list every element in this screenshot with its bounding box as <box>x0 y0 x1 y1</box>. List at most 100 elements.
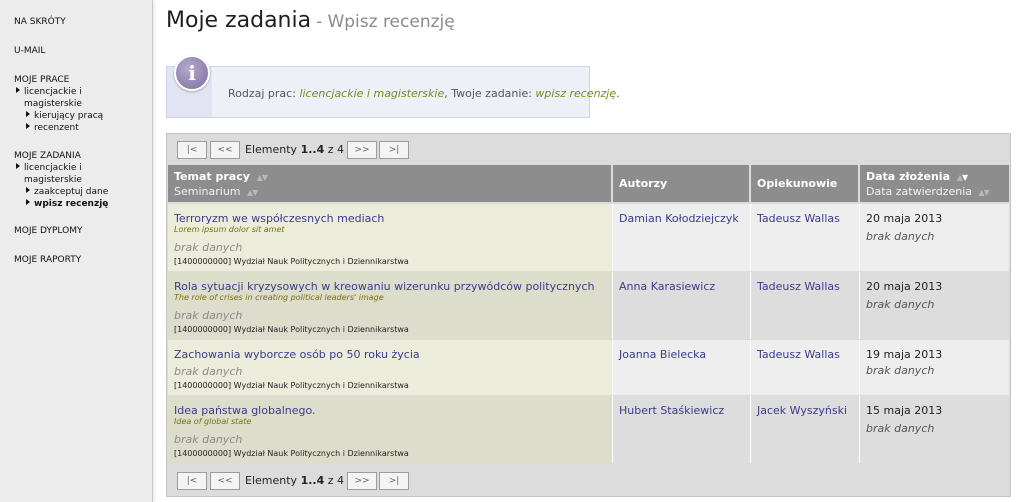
prev-page-button[interactable]: << <box>210 472 240 490</box>
sidebar-item-label: recenzent <box>34 123 79 133</box>
first-page-button[interactable]: |< <box>177 141 207 159</box>
chevron-right-icon <box>26 187 30 193</box>
cell-supervisor: Tadeusz Wallas <box>751 204 860 271</box>
cell-supervisor: Tadeusz Wallas <box>751 272 860 339</box>
thesis-title-link[interactable]: Terroryzm we współczesnych mediach <box>174 212 384 225</box>
page-title-main: Moje zadania <box>166 8 312 33</box>
thesis-title-link[interactable]: Zachowania wyborcze osób po 50 roku życi… <box>174 348 420 361</box>
date-created: 15 maja 2013 <box>866 404 943 417</box>
department: [1400000000] Wydział Nauk Politycznych i… <box>174 381 409 390</box>
pager-range: 1..4 <box>300 143 325 156</box>
next-page-button[interactable]: >> <box>347 141 377 159</box>
table-row: Zachowania wyborcze osób po 50 roku życi… <box>168 340 1009 395</box>
header-date-created-label: Data złożenia <box>866 170 950 183</box>
sort-arrows-icon[interactable]: ▲▼ <box>957 173 968 182</box>
info-task: wpisz recenzję <box>535 87 617 100</box>
cell-topic: Zachowania wyborcze osób po 50 roku życi… <box>168 340 613 395</box>
cell-supervisor: Tadeusz Wallas <box>751 340 860 395</box>
info-prefix: Rodzaj prac: <box>228 87 296 100</box>
page-subtitle: Wpisz recenzję <box>327 12 455 32</box>
prev-page-button[interactable]: << <box>210 141 240 159</box>
sort-arrows-icon[interactable]: ▲▼ <box>979 188 990 197</box>
date-created: 20 maja 2013 <box>866 280 943 293</box>
sidebar-item-kierujacy-praca[interactable]: kierujący pracą <box>26 110 103 122</box>
chevron-right-icon <box>26 111 30 117</box>
sidebar-item-umail[interactable]: U-MAIL <box>14 46 45 56</box>
last-page-button[interactable]: >| <box>379 472 409 490</box>
thesis-title-link[interactable]: Idea państwa globalnego. <box>174 404 316 417</box>
header-authors-label: Autorzy <box>619 177 668 190</box>
header-seminar: Seminarium ▲▼ <box>174 185 258 198</box>
supervisor-link[interactable]: Jacek Wyszyński <box>757 404 847 417</box>
sort-arrows-icon[interactable]: ▲▼ <box>257 173 268 182</box>
pager-label: Elementy 1..4 z 4 <box>245 143 344 156</box>
sidebar-item-moje-dyplomy[interactable]: MOJE DYPLOMY <box>14 226 82 236</box>
thesis-title-link[interactable]: Rola sytuacji kryzysowych w kreowaniu wi… <box>174 280 594 293</box>
sidebar-item-zaakceptuj-dane[interactable]: zaakceptuj dane <box>26 186 108 198</box>
sidebar-item-label: magisterskie <box>24 99 82 109</box>
cell-topic: Terroryzm we współczesnych mediach Lorem… <box>168 204 613 271</box>
table-row: Rola sytuacji kryzysowych w kreowaniu wi… <box>168 272 1009 339</box>
cell-author: Hubert Staśkiewicz <box>613 396 751 463</box>
pager-label-prefix: Elementy <box>245 143 298 156</box>
pager-label-prefix: Elementy <box>245 474 298 487</box>
date-created: 20 maja 2013 <box>866 212 943 225</box>
cell-supervisor: Jacek Wyszyński <box>751 396 860 463</box>
author-link[interactable]: Joanna Bielecka <box>619 348 706 361</box>
seminar-value: brak danych <box>174 433 243 446</box>
thesis-title-en: The role of crises in creating political… <box>174 293 384 302</box>
next-page-button[interactable]: >> <box>347 472 377 490</box>
sidebar-item-moje-raporty[interactable]: MOJE RAPORTY <box>14 255 81 265</box>
sidebar-item-label: wpisz recenzję <box>34 199 109 209</box>
thesis-title-en: Lorem ipsum dolor sit amet <box>174 225 285 234</box>
pager-total: z 4 <box>327 474 345 487</box>
column-header-topic: Temat pracy ▲▼ Seminarium ▲▼ <box>168 165 611 202</box>
author-link[interactable]: Anna Karasiewicz <box>619 280 715 293</box>
seminar-value: brak danych <box>174 365 243 378</box>
column-header-dates: Data złożenia ▲▼ Data zatwierdzenia ▲▼ <box>860 165 1009 202</box>
supervisor-link[interactable]: Tadeusz Wallas <box>757 212 840 225</box>
cell-author: Anna Karasiewicz <box>613 272 751 339</box>
seminar-value: brak danych <box>174 241 243 254</box>
date-approved: brak danych <box>866 230 935 243</box>
chevron-right-icon <box>26 199 30 205</box>
department: [1400000000] Wydział Nauk Politycznych i… <box>174 325 409 334</box>
first-page-button[interactable]: |< <box>177 472 207 490</box>
pager-total: z 4 <box>327 143 345 156</box>
last-page-button[interactable]: >| <box>379 141 409 159</box>
sort-arrows-icon[interactable]: ▲▼ <box>247 188 258 197</box>
sidebar-item-moje-prace[interactable]: MOJE PRACE <box>14 75 69 85</box>
chevron-right-icon <box>16 163 20 169</box>
header-topic-label: Temat pracy <box>174 170 250 183</box>
sidebar-item-wpisz-recenzje[interactable]: wpisz recenzję <box>26 198 108 210</box>
sidebar-item-prace-licencjackie[interactable]: licencjackie i <box>16 86 82 98</box>
cell-dates: 20 maja 2013 brak danych <box>860 204 1009 271</box>
cell-author: Damian Kołodziejczyk <box>613 204 751 271</box>
date-approved: brak danych <box>866 298 935 311</box>
author-link[interactable]: Hubert Staśkiewicz <box>619 404 724 417</box>
header-date-approved: Data zatwierdzenia ▲▼ <box>866 185 990 198</box>
sidebar-item-recenzent[interactable]: recenzent <box>26 122 79 134</box>
cell-topic: Rola sytuacji kryzysowych w kreowaniu wi… <box>168 272 613 339</box>
sidebar-item-moje-zadania[interactable]: MOJE ZADANIA <box>14 151 81 161</box>
header-seminar-label: Seminarium <box>174 185 241 198</box>
cell-dates: 15 maja 2013 brak danych <box>860 396 1009 463</box>
sidebar-item-label: kierujący pracą <box>34 111 104 121</box>
chevron-right-icon <box>26 123 30 129</box>
sidebar-item-shortcuts[interactable]: NA SKRÓTY <box>14 17 66 27</box>
sidebar-item-zadania-licencjackie[interactable]: licencjackie i <box>16 162 82 174</box>
author-link[interactable]: Damian Kołodziejczyk <box>619 212 739 225</box>
date-approved: brak danych <box>866 364 935 377</box>
supervisor-link[interactable]: Tadeusz Wallas <box>757 348 840 361</box>
pager-label: Elementy 1..4 z 4 <box>245 474 344 487</box>
cell-dates: 20 maja 2013 brak danych <box>860 272 1009 339</box>
header-date-created: Data złożenia ▲▼ <box>866 170 968 183</box>
table-row: Terroryzm we współczesnych mediach Lorem… <box>168 204 1009 271</box>
supervisor-link[interactable]: Tadeusz Wallas <box>757 280 840 293</box>
column-header-authors: Autorzy <box>613 165 749 202</box>
info-box: i Rodzaj prac: licencjackie i magistersk… <box>166 55 620 118</box>
sidebar-item-label: licencjackie i <box>24 87 82 97</box>
info-middle: , Twoje zadanie: <box>444 87 532 100</box>
sidebar: NA SKRÓTY U-MAIL MOJE PRACE licencjackie… <box>0 0 153 502</box>
cell-dates: 19 maja 2013 brak danych <box>860 340 1009 395</box>
